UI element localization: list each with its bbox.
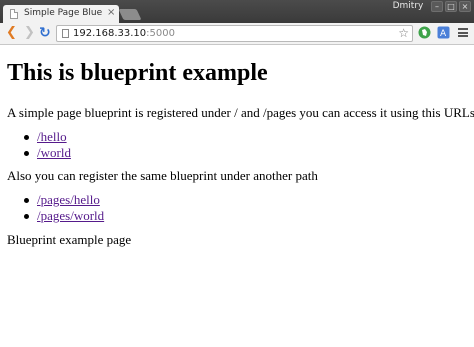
browser-toolbar: ❮ ❯ ↻ 192.168.33.10:5000 ☆ A: [0, 23, 474, 45]
middle-text: Also you can register the same blueprint…: [7, 168, 318, 183]
link-world[interactable]: /world: [37, 145, 71, 160]
page-content: This is blueprint example A simple page …: [0, 45, 474, 347]
bullet-icon: [24, 135, 29, 140]
bullet-icon: [24, 214, 29, 219]
list-item: /pages/hello: [22, 192, 104, 208]
page-icon: [62, 29, 69, 38]
page-icon: [10, 9, 18, 19]
browser-window: Simple Page Blueprint × Dmitry – □ × ❮ ❯…: [0, 0, 474, 347]
list-item: /pages/world: [22, 208, 104, 224]
tab-close-icon[interactable]: ×: [107, 7, 115, 18]
list-item: /hello: [22, 129, 71, 145]
intro-text: A simple page blueprint is registered un…: [7, 105, 474, 120]
page-title: This is blueprint example: [7, 60, 268, 86]
new-tab-button[interactable]: [118, 9, 142, 20]
list-item: /world: [22, 145, 71, 161]
bullet-icon: [24, 151, 29, 156]
title-bar: Simple Page Blueprint × Dmitry – □ ×: [0, 0, 474, 23]
url-port: :5000: [146, 28, 175, 39]
footer-text: Blueprint example page: [7, 232, 132, 247]
url-host: 192.168.33.10: [73, 28, 147, 39]
back-arrow-icon[interactable]: ❮: [6, 25, 17, 41]
bookmark-star-icon[interactable]: ☆: [398, 26, 409, 40]
forward-arrow-icon[interactable]: ❯: [24, 25, 35, 41]
address-bar[interactable]: 192.168.33.10:5000 ☆: [56, 25, 413, 42]
tab-title: Simple Page Blueprint: [24, 8, 102, 18]
profile-name[interactable]: Dmitry: [388, 1, 428, 14]
evernote-icon[interactable]: [418, 26, 431, 39]
menu-icon[interactable]: [458, 28, 468, 37]
close-button[interactable]: ×: [459, 1, 471, 12]
svg-text:A: A: [440, 29, 447, 39]
translate-icon[interactable]: A: [437, 26, 450, 39]
reload-icon[interactable]: ↻: [39, 25, 51, 41]
maximize-button[interactable]: □: [445, 1, 457, 12]
minimize-button[interactable]: –: [431, 1, 443, 12]
bullet-icon: [24, 198, 29, 203]
link-pages-hello[interactable]: /pages/hello: [37, 192, 100, 207]
url-text: 192.168.33.10:5000: [73, 27, 175, 40]
tab-simple-page-blueprint[interactable]: Simple Page Blueprint ×: [3, 5, 119, 23]
link-pages-world[interactable]: /pages/world: [37, 208, 104, 223]
root-links-list: /hello /world: [22, 129, 71, 161]
pages-links-list: /pages/hello /pages/world: [22, 192, 104, 224]
link-hello[interactable]: /hello: [37, 129, 67, 144]
